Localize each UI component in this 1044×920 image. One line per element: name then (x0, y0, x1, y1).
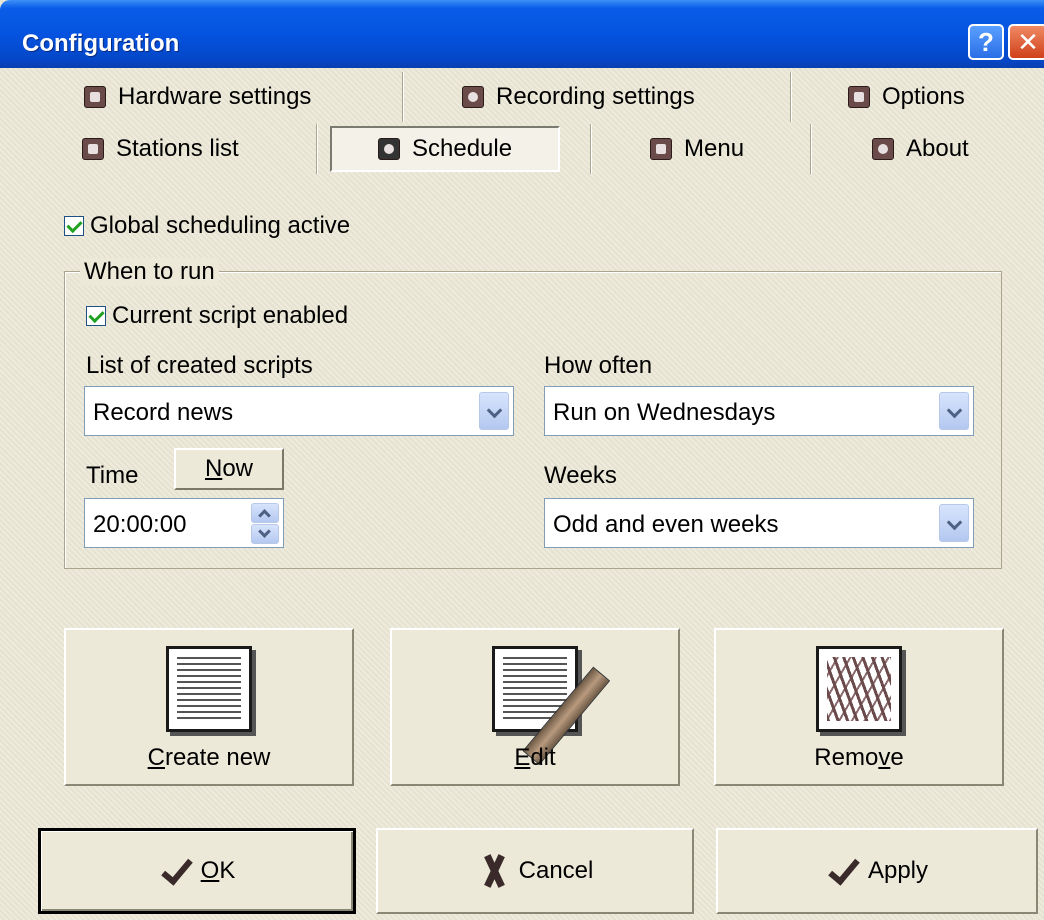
tab-separator (810, 124, 812, 174)
close-button[interactable]: ✕ (1008, 24, 1044, 60)
chevron-down-icon[interactable] (939, 504, 969, 542)
hardware-icon (84, 86, 106, 108)
tab-label: Menu (684, 135, 745, 162)
create-new-caption: Create new (147, 744, 271, 771)
edit-button[interactable]: Edit (390, 628, 680, 786)
checkbox-box[interactable] (64, 216, 84, 236)
checkbox-box[interactable] (86, 306, 106, 326)
help-button[interactable]: ? (968, 24, 1004, 60)
options-icon (848, 86, 870, 108)
remove-caption: Remove (814, 744, 904, 771)
about-icon (872, 138, 894, 160)
tab-schedule[interactable]: Schedule (330, 126, 561, 172)
tab-about[interactable]: About (872, 127, 969, 171)
scripts-dropdown[interactable]: Record news (84, 386, 514, 436)
chevron-down-icon[interactable] (939, 392, 969, 430)
checkmark-icon (159, 854, 193, 888)
clock-icon (378, 138, 400, 160)
tab-hardware-settings[interactable]: Hardware settings (84, 75, 311, 119)
now-button[interactable]: Now (174, 448, 284, 490)
tab-recording-settings[interactable]: Recording settings (462, 75, 695, 119)
group-title: When to run (80, 258, 219, 286)
tab-label: Options (882, 83, 965, 110)
tab-row-2: Stations list Schedule Menu About (0, 124, 1044, 174)
remove-button[interactable]: Remove (714, 628, 1004, 786)
scripts-list-label: List of created scripts (86, 352, 313, 379)
window-title: Configuration (22, 30, 180, 57)
cancel-label: Cancel (518, 857, 594, 884)
time-value: 20:00:00 (93, 511, 187, 538)
tab-label: Stations list (116, 135, 239, 162)
scripts-selected-value: Record news (93, 399, 234, 426)
tab-separator (790, 72, 792, 122)
stations-icon (82, 138, 104, 160)
help-icon: ? (978, 27, 994, 57)
tab-separator (316, 124, 318, 174)
tab-separator (590, 124, 592, 174)
checkmark-icon (826, 854, 860, 888)
now-button-label: ow (222, 455, 254, 482)
tab-separator (402, 72, 404, 122)
mnemonic: N (204, 455, 223, 482)
apply-button[interactable]: Apply (716, 828, 1038, 914)
tab-options[interactable]: Options (848, 75, 965, 119)
new-document-icon (166, 646, 252, 732)
apply-label: Apply (867, 857, 929, 884)
edit-caption: Edit (514, 744, 556, 771)
remove-document-icon (816, 646, 902, 732)
tab-label: Hardware settings (118, 83, 312, 110)
script-enabled-label: Current script enabled (112, 302, 349, 329)
global-scheduling-label: Global scheduling active (90, 212, 351, 239)
record-icon (462, 86, 484, 108)
global-scheduling-checkbox[interactable]: Global scheduling active (64, 212, 350, 240)
time-label: Time (86, 462, 139, 489)
weeks-selected-value: Odd and even weeks (553, 511, 779, 538)
tab-label: Schedule (412, 135, 513, 162)
tab-label: Recording settings (496, 83, 695, 110)
how-often-label: How often (544, 352, 653, 379)
time-spinner[interactable]: 20:00:00 (84, 498, 284, 548)
tab-label: About (906, 135, 969, 162)
menu-icon (650, 138, 672, 160)
ok-button[interactable]: OK (38, 828, 356, 914)
how-often-dropdown[interactable]: Run on Wednesdays (544, 386, 974, 436)
tab-menu[interactable]: Menu (650, 127, 744, 171)
configuration-window: Configuration ? ✕ Hardware settings Reco… (0, 0, 1044, 920)
tab-row-1: Hardware settings Recording settings Opt… (0, 72, 1044, 122)
weeks-label: Weeks (544, 462, 617, 489)
chevron-down-icon[interactable] (479, 392, 509, 430)
script-enabled-checkbox[interactable]: Current script enabled (86, 302, 348, 330)
tab-stations-list[interactable]: Stations list (82, 127, 239, 171)
cancel-x-icon (477, 854, 511, 888)
cancel-button[interactable]: Cancel (376, 828, 694, 914)
spin-down-icon[interactable] (251, 524, 279, 544)
weeks-dropdown[interactable]: Odd and even weeks (544, 498, 974, 548)
close-icon: ✕ (1017, 27, 1039, 57)
create-new-button[interactable]: Create new (64, 628, 354, 786)
ok-label: OK (200, 857, 236, 884)
spin-up-icon[interactable] (251, 503, 279, 523)
title-bar[interactable]: Configuration ? ✕ (0, 0, 1044, 68)
how-often-selected-value: Run on Wednesdays (553, 399, 776, 426)
